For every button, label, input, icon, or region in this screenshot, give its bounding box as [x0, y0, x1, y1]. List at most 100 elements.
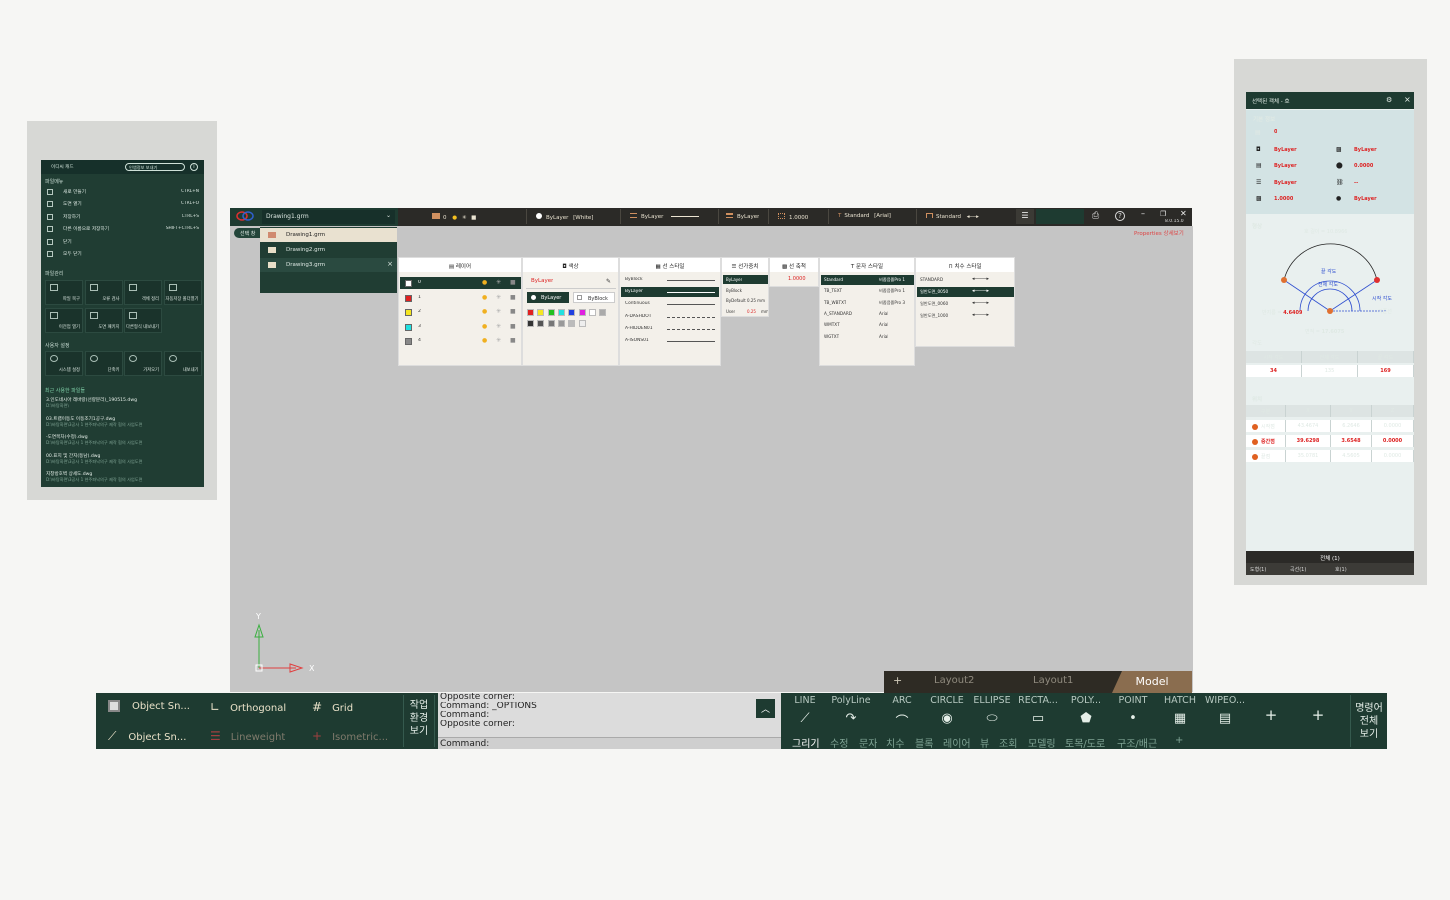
settings-icon[interactable]: ⚙: [1386, 96, 1392, 104]
user-settings-tile[interactable]: 시스템 설정: [45, 351, 83, 376]
category-tab[interactable]: 그리기: [792, 735, 820, 750]
textstyle-row[interactable]: TB_TEXT 비좁음즐Pro 1: [821, 286, 914, 296]
linetype-row[interactable]: A-ISONS01: [621, 336, 719, 346]
sun-icon[interactable]: ✳: [496, 279, 501, 286]
lock-icon[interactable]: ■: [510, 279, 516, 286]
position-y-value[interactable]: 3.6548: [1331, 435, 1372, 447]
lineweight-row[interactable]: User 0.25 mm: [723, 307, 768, 316]
file-manage-tile[interactable]: 자동저장 폴더열기: [163, 280, 202, 305]
category-tab[interactable]: 레이어: [943, 735, 971, 750]
isometric-toggle[interactable]: + Isometric...: [312, 729, 388, 743]
recent-file-item[interactable]: 00.표지 및 간지(동남).dwg D:\바탕화면\3공사 1 현주파낙의구 제…: [46, 453, 201, 465]
grid-toggle[interactable]: # Grid: [312, 700, 353, 714]
color-swatch[interactable]: [547, 320, 555, 327]
file-manage-tile[interactable]: 이전업 열기: [45, 308, 83, 333]
prop-thickness[interactable]: 0.0000: [1354, 163, 1373, 169]
drawing-list-item[interactable]: Drawing3.grm ×: [260, 258, 397, 272]
prop-ltscale[interactable]: 1.0000: [1274, 196, 1293, 202]
textstyle-combo[interactable]: T Standard [Arial]: [838, 209, 891, 224]
layer-combo[interactable]: 0 ● ✳ ■: [432, 209, 476, 224]
draw-tool-arc-icon[interactable]: ⌒: [882, 711, 922, 730]
category-tab[interactable]: 토목/도로: [1065, 735, 1105, 750]
chevron-up-icon[interactable]: ︿: [756, 699, 775, 718]
color-swatch[interactable]: [568, 309, 576, 316]
linetype-row[interactable]: A-HIDDEN01: [621, 324, 719, 334]
recent-file-item[interactable]: 03.트랩이동도 이동조기1공구.dwg D:\바탕화면\3공사 1 현주파낙의구…: [46, 416, 201, 428]
orthogonal-toggle[interactable]: ∟ Orthogonal: [210, 700, 286, 714]
category-tab[interactable]: +: [1175, 735, 1183, 746]
bulb-icon[interactable]: ●: [482, 279, 487, 286]
angle-value[interactable]: 169: [1358, 365, 1414, 377]
position-y-value[interactable]: 4.5605: [1331, 450, 1372, 462]
recent-file-item[interactable]: 3.인도네시아 레바랑(선량분리)_190515.dwg D:\바탕화면\: [46, 397, 201, 409]
layer-row[interactable]: 1 ● ✳ ■: [400, 292, 521, 304]
pencil-icon[interactable]: ✎: [606, 278, 611, 285]
textstyle-row[interactable]: WMTXT Arial: [821, 320, 914, 330]
drawing-selector[interactable]: Drawing1.grm ⌄: [262, 210, 395, 224]
bulb-icon[interactable]: ●: [482, 294, 487, 301]
color-swatch[interactable]: [537, 309, 545, 316]
close-icon[interactable]: ×: [387, 260, 393, 268]
file-manage-tile[interactable]: 다른형식 내보내기: [124, 308, 162, 333]
category-tab[interactable]: 수정: [830, 735, 848, 750]
sun-icon[interactable]: ✳: [496, 294, 501, 301]
add-tool-button[interactable]: +: [1258, 706, 1284, 724]
draw-tool-circle-icon[interactable]: ◉: [927, 711, 967, 729]
category-tab[interactable]: 블록: [915, 735, 933, 750]
command-input[interactable]: Command:: [438, 737, 781, 749]
add-tool-button[interactable]: +: [1305, 706, 1331, 724]
draw-tool-hatch-icon[interactable]: ▦: [1160, 711, 1200, 729]
recent-file-item[interactable]: 지창방호벽 상세도.dwg D:\바탕화면\3공사 1 현주파낙의구 제작 협의 …: [46, 471, 201, 483]
color-swatch[interactable]: [527, 320, 534, 327]
color-swatch[interactable]: [537, 320, 545, 327]
layer-row[interactable]: 0 ● ✳ ■: [400, 277, 521, 289]
draw-tool-point-icon[interactable]: •: [1113, 711, 1153, 729]
prop-plotstyle[interactable]: ByLayer: [1354, 196, 1377, 202]
lineweight-row[interactable]: ByBlock: [723, 286, 768, 295]
dimstyle-combo[interactable]: Standard ◂──▸: [926, 209, 1006, 224]
object-snap-tracking-toggle[interactable]: ⟋ Object Sn...: [108, 729, 186, 744]
minimize-icon[interactable]: –: [1141, 209, 1145, 218]
draw-tool-line-icon[interactable]: ⟋: [785, 711, 825, 729]
lock-icon[interactable]: ■: [510, 337, 516, 344]
color-swatch[interactable]: [527, 309, 534, 316]
sun-icon[interactable]: ✳: [496, 337, 501, 344]
color-swatch[interactable]: [578, 320, 586, 327]
filter-tab-shape[interactable]: 도형(1): [1250, 566, 1266, 573]
draw-tool-wipeo-icon[interactable]: ▤: [1205, 711, 1245, 729]
color-swatch[interactable]: [578, 309, 586, 316]
color-swatch[interactable]: [557, 320, 565, 327]
lock-icon[interactable]: ■: [510, 308, 516, 315]
position-x-value[interactable]: 39.6298: [1286, 435, 1331, 447]
file-menu-item[interactable]: 모두 닫기: [47, 250, 201, 260]
tab-model[interactable]: Model: [1112, 671, 1192, 693]
dimstyle-row[interactable]: 일반도면_0060 ◂────▸: [917, 299, 1014, 309]
category-tab[interactable]: 구조/배근: [1117, 735, 1157, 750]
recent-file-item[interactable]: -도면목차(수정).dwg D:\바탕화면\3공사 1 현주파낙의구 제작 협의 …: [46, 434, 201, 446]
lineweight-row[interactable]: ByLayer: [723, 275, 768, 284]
draw-tool-ellipse-icon[interactable]: ⬭: [972, 711, 1012, 729]
dimstyle-row[interactable]: STANDARD ◂────▸: [917, 275, 1014, 285]
prop-layer[interactable]: 0: [1274, 129, 1277, 135]
print-icon[interactable]: ⎙: [1092, 211, 1099, 221]
tab-layout1[interactable]: Layout1: [1033, 675, 1073, 686]
file-menu-item[interactable]: 저장하기 CTRL+S: [47, 213, 201, 223]
color-swatch[interactable]: [547, 309, 555, 316]
color-combo[interactable]: ByLayer [White]: [536, 209, 616, 224]
prop-linetype[interactable]: ByLayer: [1274, 163, 1297, 169]
category-tab[interactable]: 문자: [859, 735, 877, 750]
select-all-button[interactable]: 전체 (1): [1246, 551, 1414, 563]
lineweight-row[interactable]: ByDefault 0.25 mm: [723, 296, 768, 305]
layer-row[interactable]: 2 ● ✳ ■: [400, 306, 521, 318]
filter-tab-arc[interactable]: 호(1): [1335, 566, 1347, 573]
position-z-value[interactable]: 0.0000: [1372, 450, 1414, 462]
prop-hyperlink[interactable]: --: [1354, 180, 1358, 186]
byblock-option[interactable]: ByBlock: [573, 292, 615, 303]
close-icon[interactable]: ✕: [1180, 209, 1187, 218]
user-settings-tile[interactable]: 가져오기: [124, 351, 162, 376]
help-icon[interactable]: ?: [1115, 211, 1125, 221]
dimstyle-row[interactable]: 일반도면_0050 ◂────▸: [917, 287, 1014, 297]
layer-row[interactable]: 4 ● ✳ ■: [400, 335, 521, 347]
file-menu-item[interactable]: 새로 만들기 CTRL+N: [47, 188, 201, 198]
lineweight-toggle[interactable]: ☰ Lineweight: [210, 729, 285, 743]
